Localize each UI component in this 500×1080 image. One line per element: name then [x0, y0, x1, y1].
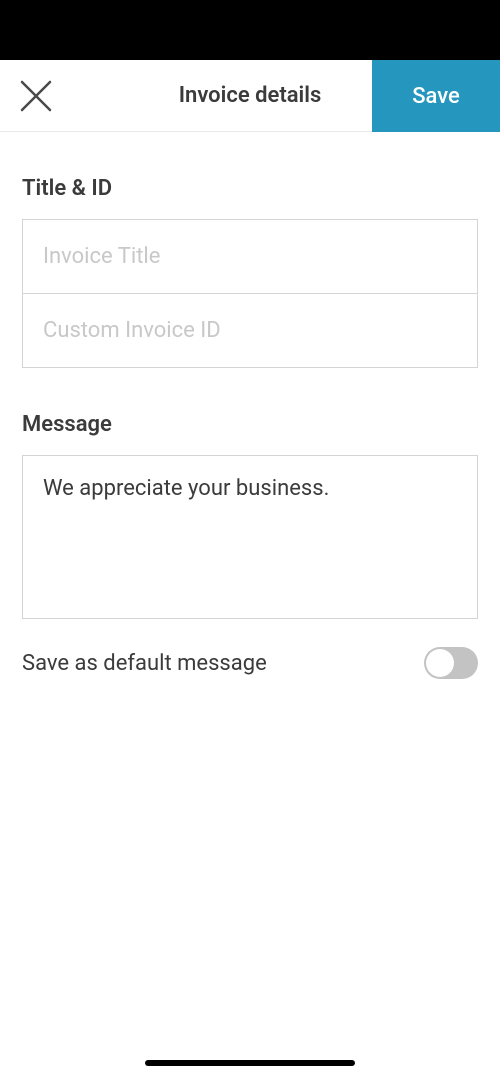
default-message-toggle[interactable]: [424, 647, 478, 679]
title-id-input-group: [22, 219, 478, 368]
status-bar: [0, 0, 500, 60]
header: Invoice details Save: [0, 60, 500, 132]
save-button[interactable]: Save: [372, 60, 500, 132]
default-message-label: Save as default message: [22, 651, 267, 676]
invoice-title-input[interactable]: [23, 220, 477, 293]
custom-invoice-id-input[interactable]: [23, 294, 477, 367]
message-textarea[interactable]: [23, 456, 477, 618]
section-label-message: Message: [22, 412, 478, 437]
close-icon: [18, 78, 54, 114]
default-message-row: Save as default message: [22, 647, 478, 679]
save-button-label: Save: [412, 84, 460, 109]
content: Title & ID Message Save as default messa…: [0, 176, 500, 679]
home-indicator: [145, 1060, 355, 1066]
page-title: Invoice details: [179, 83, 322, 108]
close-button[interactable]: [0, 60, 72, 132]
section-label-title-id: Title & ID: [22, 176, 478, 201]
message-textarea-wrap: [22, 455, 478, 619]
toggle-knob: [426, 649, 454, 677]
